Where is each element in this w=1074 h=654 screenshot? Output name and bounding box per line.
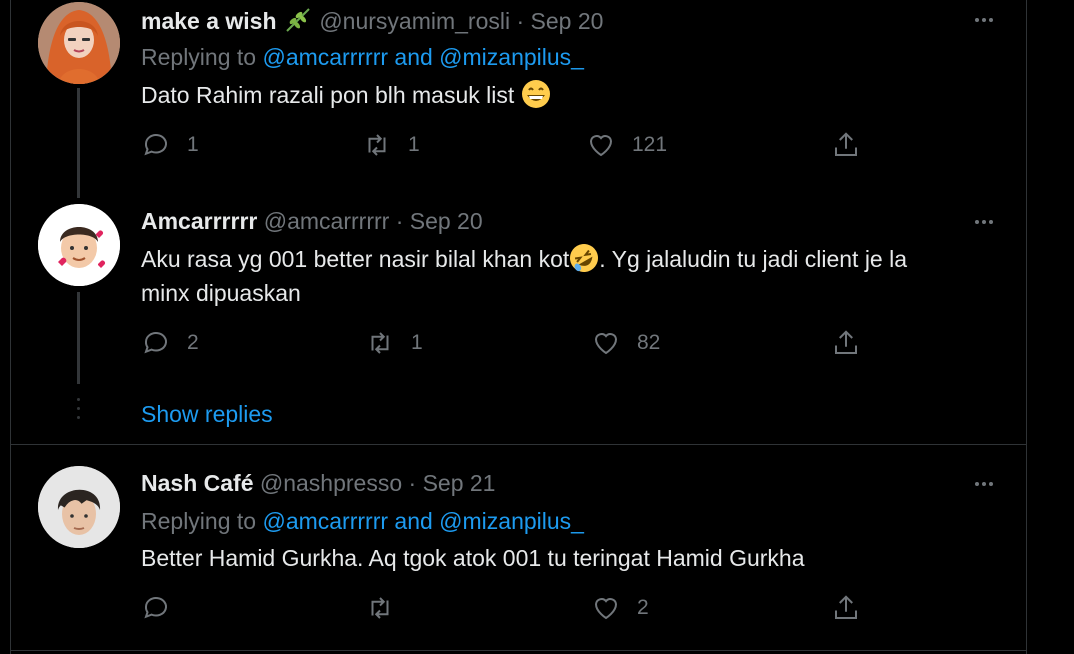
retweet-button[interactable] [365, 593, 411, 623]
user-handle[interactable]: @amcarrrrrr [264, 208, 390, 234]
thread-continuation-dots [77, 398, 80, 425]
mention-link[interactable]: @amcarrrrrr [262, 508, 388, 534]
reply-count: 1 [187, 133, 199, 156]
tweet-text: Better Hamid Gurkha. Aq tgok atok 001 tu… [141, 541, 1011, 575]
share-icon [835, 330, 857, 354]
more-options-icon[interactable] [970, 208, 998, 236]
replying-and: and [388, 508, 440, 534]
display-name[interactable]: Nash Café [141, 470, 253, 496]
grinning-face-emoji [521, 80, 550, 108]
replying-to: Replying to @amcarrrrrr and @mizanpilus_ [141, 507, 584, 535]
retweet-icon [371, 332, 389, 354]
replying-and: and [388, 44, 440, 70]
share-button[interactable] [831, 593, 861, 623]
heart-icon [594, 333, 618, 355]
tweet-actions: 2 [0, 593, 1074, 633]
user-handle[interactable]: @nashpresso [260, 470, 402, 496]
tweet-date[interactable]: · Sep 21 [409, 470, 496, 496]
tweet-header: Nash Café @nashpresso · Sep 21 [141, 469, 495, 497]
more-options-icon[interactable] [970, 470, 998, 498]
tweet-text-content: Dato Rahim razali pon blh masuk list [141, 82, 515, 108]
avatar[interactable] [38, 2, 120, 84]
display-name[interactable]: make a wish [141, 8, 277, 34]
like-count: 82 [637, 331, 661, 354]
avatar[interactable] [38, 466, 120, 548]
tweet-date[interactable]: · Sep 20 [396, 208, 483, 234]
tweet-actions: 1 1 121 [0, 130, 1074, 170]
mention-link[interactable]: @mizanpilus_ [439, 44, 584, 70]
like-button[interactable]: 2 [591, 593, 649, 623]
reply-button[interactable] [141, 593, 187, 623]
rolling-laughing-emoji [570, 244, 599, 272]
tweet-text-content: Aku rasa yg 001 better nasir bilal khan … [141, 246, 570, 272]
mention-link[interactable]: @mizanpilus_ [439, 508, 584, 534]
retweet-button[interactable]: 1 [365, 328, 423, 358]
tweet-divider [10, 650, 1027, 651]
share-icon [835, 132, 857, 156]
retweet-count: 1 [411, 331, 423, 354]
herb-emoji [286, 8, 310, 32]
tweet-header: Amcarrrrrr @amcarrrrrr · Sep 20 [141, 207, 483, 235]
tweet-text: Aku rasa yg 001 better nasir bilal khan … [141, 242, 1011, 310]
tweet-text-content: Better Hamid Gurkha. Aq tgok atok 001 tu… [141, 545, 805, 571]
retweet-count: 1 [408, 133, 420, 156]
like-button[interactable]: 121 [586, 130, 667, 160]
like-count: 121 [632, 133, 668, 156]
avatar-photo-icon [38, 466, 120, 548]
tweet-text-content: minx dipuaskan [141, 280, 301, 306]
mention-link[interactable]: @amcarrrrrr [262, 44, 388, 70]
memoji-avatar-icon [38, 204, 120, 286]
reply-button[interactable]: 2 [141, 328, 199, 358]
retweet-button[interactable]: 1 [362, 130, 420, 160]
tweet-divider [10, 444, 1027, 445]
heart-icon [594, 598, 618, 620]
tweet-text: Dato Rahim razali pon blh masuk list [141, 78, 1011, 112]
retweet-icon [368, 134, 386, 156]
tweet-actions: 2 1 82 [0, 328, 1074, 368]
reply-icon [144, 597, 167, 619]
avatar[interactable] [38, 204, 120, 286]
like-count: 2 [637, 596, 649, 619]
heart-icon [589, 135, 613, 157]
replying-to-label: Replying to [141, 508, 263, 534]
show-replies-link[interactable]: Show replies [141, 400, 273, 428]
replying-to: Replying to @amcarrrrrr and @mizanpilus_ [141, 43, 584, 71]
user-handle[interactable]: @nursyamim_rosli [319, 8, 510, 34]
tweet-date[interactable]: · Sep 20 [516, 8, 603, 34]
like-button[interactable]: 82 [591, 328, 660, 358]
tweet-text-content: . Yg jalaludin tu jadi client je la [599, 246, 908, 272]
reply-icon [144, 134, 167, 156]
tweet-header: make a wish @nursyamim_rosli · Sep 20 [141, 5, 603, 35]
avatar-photo-icon [38, 2, 120, 84]
retweet-icon [371, 597, 389, 619]
share-button[interactable] [831, 130, 861, 160]
share-icon [835, 595, 857, 619]
more-options-icon[interactable] [970, 6, 998, 34]
replying-to-label: Replying to [141, 44, 263, 70]
display-name[interactable]: Amcarrrrrr [141, 208, 257, 234]
reply-count: 2 [187, 331, 199, 354]
share-button[interactable] [831, 328, 861, 358]
reply-icon [144, 332, 167, 354]
reply-button[interactable]: 1 [141, 130, 199, 160]
